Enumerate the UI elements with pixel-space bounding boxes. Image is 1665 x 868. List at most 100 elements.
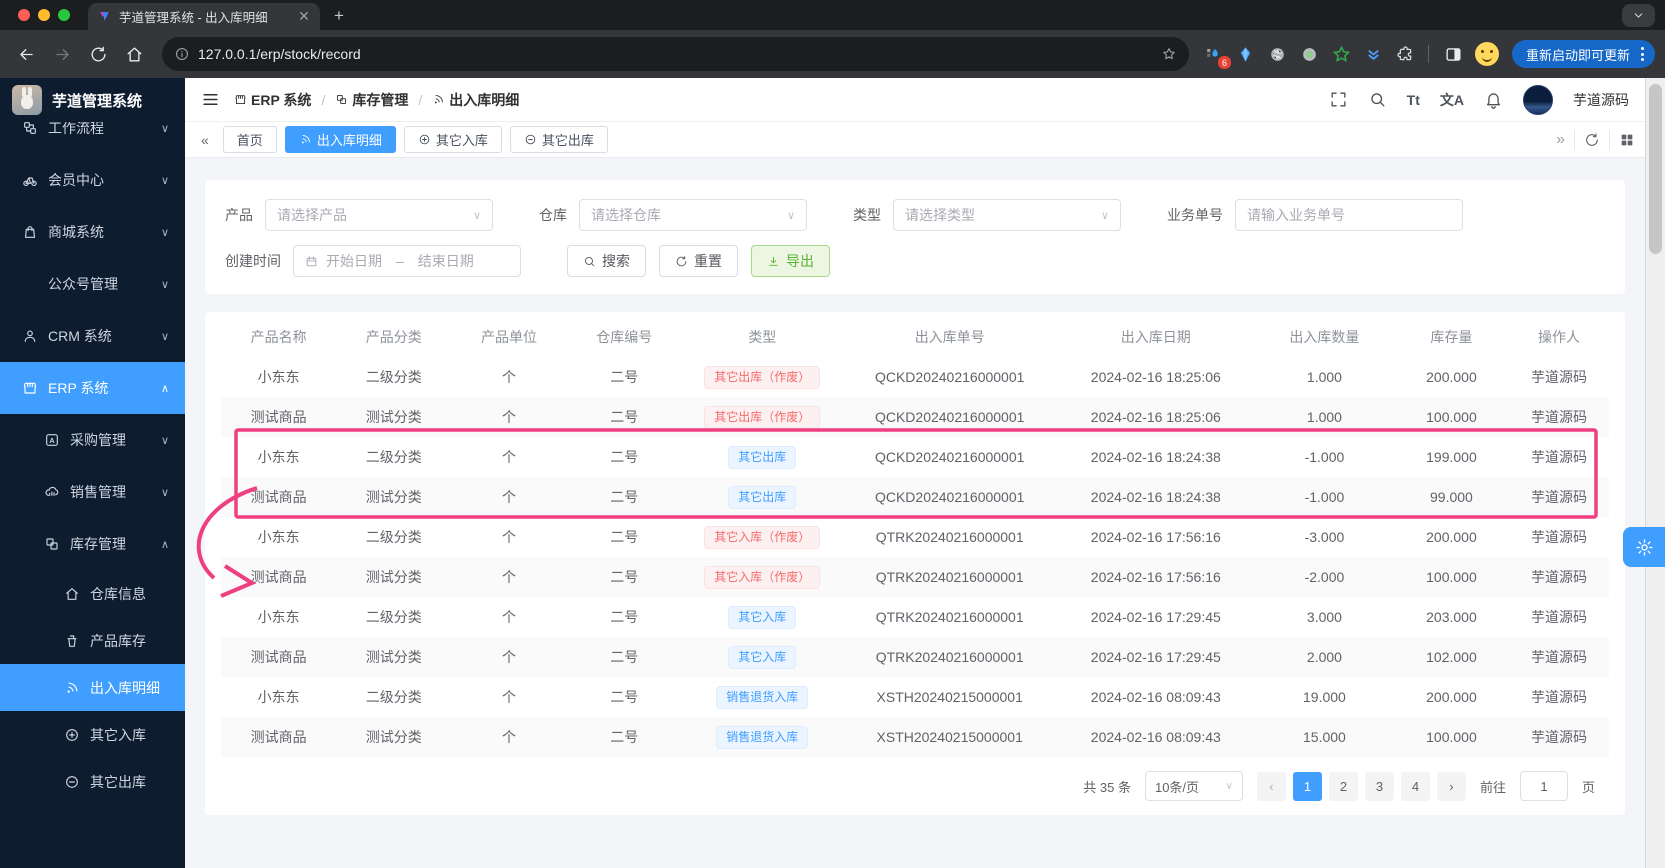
cell-category: 二级分类 [365, 369, 422, 385]
toolbar-divider [1427, 45, 1429, 63]
bookmark-star-icon[interactable] [1161, 46, 1177, 62]
scrollbar-thumb[interactable] [1649, 84, 1662, 254]
cell-stock: 100.000 [1426, 569, 1477, 585]
search-button[interactable]: 搜索 [567, 245, 646, 277]
user-name[interactable]: 芋道源码 [1573, 90, 1629, 110]
page-button-1[interactable]: 1 [1292, 771, 1322, 801]
table-row[interactable]: 测试商品 测试分类 个 二号 其它出库 QCKD20240216000001 2024-02… [221, 477, 1609, 517]
prev-page-button[interactable]: ‹ [1256, 771, 1286, 801]
end-date-placeholder[interactable]: 结束日期 [418, 251, 474, 271]
home-button[interactable] [118, 38, 150, 70]
table-row[interactable]: 小东东 二级分类 个 二号 其它入库（作废） QTRK20240216000001 2024… [221, 517, 1609, 557]
green-star-extension-icon[interactable] [1329, 41, 1355, 67]
forward-button[interactable] [46, 38, 78, 70]
camera-extension-icon[interactable] [1265, 41, 1291, 67]
page-tab-3[interactable]: 其它出库 [509, 126, 608, 153]
fullscreen-icon[interactable] [1329, 90, 1348, 109]
type-select[interactable]: 请选择类型 ∨ [893, 199, 1121, 231]
table-row[interactable]: 测试商品 测试分类 个 二号 其它出库（作废） QCKD20240216000001 202… [221, 397, 1609, 437]
sidebar-item-9[interactable]: 仓库信息 [0, 570, 185, 617]
notification-bell-icon[interactable] [1484, 90, 1503, 109]
browser-scrollbar[interactable] [1645, 78, 1665, 868]
pixel-drop-extension-icon[interactable]: 6 [1201, 41, 1231, 69]
sidebar-item-5[interactable]: ERP 系统 ∧ [0, 362, 185, 414]
table-row[interactable]: 小东东 二级分类 个 二号 销售退货入库 XSTH20240215000001 2024-0… [221, 677, 1609, 717]
browser-tab[interactable]: 芋道管理系统 - 出入库明细 ✕ [88, 3, 320, 30]
sidebar-item-1[interactable]: 会员中心 ∨ [0, 154, 185, 206]
browser-menu-icon[interactable] [1636, 47, 1649, 61]
table-row[interactable]: 小东东 二级分类 个 二号 其它出库 QCKD20240216000001 2024-02-… [221, 437, 1609, 477]
sidebar-item-10[interactable]: 产品库存 [0, 617, 185, 664]
product-select[interactable]: 请选择产品 ∨ [265, 199, 493, 231]
page-tab-1[interactable]: 出入库明细 [284, 126, 396, 153]
page-tab-2[interactable]: 其它入库 [403, 126, 502, 153]
date-range-picker[interactable]: 开始日期 – 结束日期 [293, 245, 521, 277]
refresh-page-icon[interactable] [1584, 132, 1600, 148]
sidebar-item-12[interactable]: 其它入库 [0, 711, 185, 758]
biz-no-input[interactable]: 请输入业务单号 [1235, 199, 1463, 231]
breadcrumb-item[interactable]: ERP 系统 [234, 90, 311, 110]
window-close-button[interactable] [18, 9, 30, 21]
back-button[interactable] [10, 38, 42, 70]
relaunch-update-button[interactable]: 重新启动即可更新 [1511, 40, 1655, 68]
table-row[interactable]: 测试商品 测试分类 个 二号 其它入库 QTRK20240216000001 2024-02… [221, 637, 1609, 677]
sidebar-item-7[interactable]: 销售管理 ∨ [0, 466, 185, 518]
sidebar-item-3[interactable]: 公众号管理 ∨ [0, 258, 185, 310]
sidebar-item-2[interactable]: 商城系统 ∨ [0, 206, 185, 258]
window-controls[interactable] [18, 9, 70, 21]
browser-tabstrip: 芋道管理系统 - 出入库明细 ✕ + [0, 0, 1665, 30]
start-date-placeholder[interactable]: 开始日期 [326, 251, 382, 271]
double-chevron-extension-icon[interactable] [1361, 41, 1387, 67]
green-dot-extension-icon[interactable] [1297, 41, 1323, 67]
tab-close-icon[interactable]: ✕ [296, 8, 312, 25]
search-icon[interactable] [1368, 90, 1387, 109]
tabs-collapse-button[interactable]: « [195, 132, 215, 148]
record-detail-icon [432, 93, 445, 106]
reset-button[interactable]: 重置 [659, 245, 738, 277]
page-button-2[interactable]: 2 [1328, 771, 1358, 801]
column-header: 出入库日期 [1120, 328, 1191, 345]
puzzle-extension-icon[interactable] [1393, 41, 1419, 67]
theme-settings-button[interactable] [1623, 527, 1665, 567]
page-button-3[interactable]: 3 [1364, 771, 1394, 801]
window-minimize-button[interactable] [38, 9, 50, 21]
page-tab-0[interactable]: 首页 [222, 126, 277, 153]
favicon [98, 10, 111, 23]
sidebar-item-11[interactable]: 出入库明细 [0, 664, 185, 711]
layout-grid-icon[interactable] [1619, 132, 1635, 148]
address-bar[interactable]: 127.0.0.1/erp/stock/record [162, 37, 1189, 71]
translate-icon[interactable]: 文A [1440, 90, 1464, 110]
gem-extension-icon[interactable] [1233, 41, 1259, 67]
table-row[interactable]: 小东东 二级分类 个 二号 其它入库 QTRK20240216000001 2024-02-… [221, 597, 1609, 637]
tabs-expand-button[interactable]: » [1556, 131, 1565, 149]
page-size-select[interactable]: 10条/页 ∨ [1144, 771, 1243, 801]
column-header: 操作人 [1538, 328, 1581, 345]
table-row[interactable]: 测试商品 测试分类 个 二号 其它入库（作废） QTRK20240216000001 202… [221, 557, 1609, 597]
profile-button[interactable] [1474, 41, 1500, 67]
sidebar-item-13[interactable]: 其它出库 [0, 758, 185, 805]
warehouse-select[interactable]: 请选择仓库 ∨ [579, 199, 807, 231]
window-zoom-button[interactable] [58, 9, 70, 21]
table-row[interactable]: 小东东 二级分类 个 二号 其它出库（作废） QCKD20240216000001 2024… [221, 357, 1609, 397]
sidebar-toggle-button[interactable] [201, 90, 220, 109]
breadcrumb-item[interactable]: 库存管理 [335, 90, 408, 110]
sidebar-item-8[interactable]: 库存管理 ∧ [0, 518, 185, 570]
reload-button[interactable] [82, 38, 114, 70]
breadcrumb-item[interactable]: 出入库明细 [432, 90, 519, 110]
side-panel-button[interactable] [1438, 38, 1470, 70]
sidebar-logo[interactable]: 芋道管理系统 [0, 78, 185, 122]
page-button-4[interactable]: 4 [1400, 771, 1430, 801]
export-button[interactable]: 导出 [751, 245, 830, 277]
sidebar-item-4[interactable]: CRM 系统 ∨ [0, 310, 185, 362]
site-info-icon[interactable] [174, 46, 190, 62]
next-page-button[interactable]: › [1436, 771, 1466, 801]
url-text[interactable]: 127.0.0.1/erp/stock/record [198, 46, 1153, 62]
table-row[interactable]: 测试商品 测试分类 个 二号 销售退货入库 XSTH20240215000001 2024-… [221, 717, 1609, 757]
tab-overflow-button[interactable] [1622, 4, 1655, 27]
new-tab-button[interactable]: + [326, 3, 352, 29]
sidebar-item-6[interactable]: A 采购管理 ∨ [0, 414, 185, 466]
user-avatar[interactable] [1523, 84, 1553, 115]
jump-page-input[interactable] [1519, 771, 1568, 801]
biz-no-placeholder: 请输入业务单号 [1247, 207, 1345, 223]
font-size-icon[interactable]: Tt [1407, 92, 1420, 108]
